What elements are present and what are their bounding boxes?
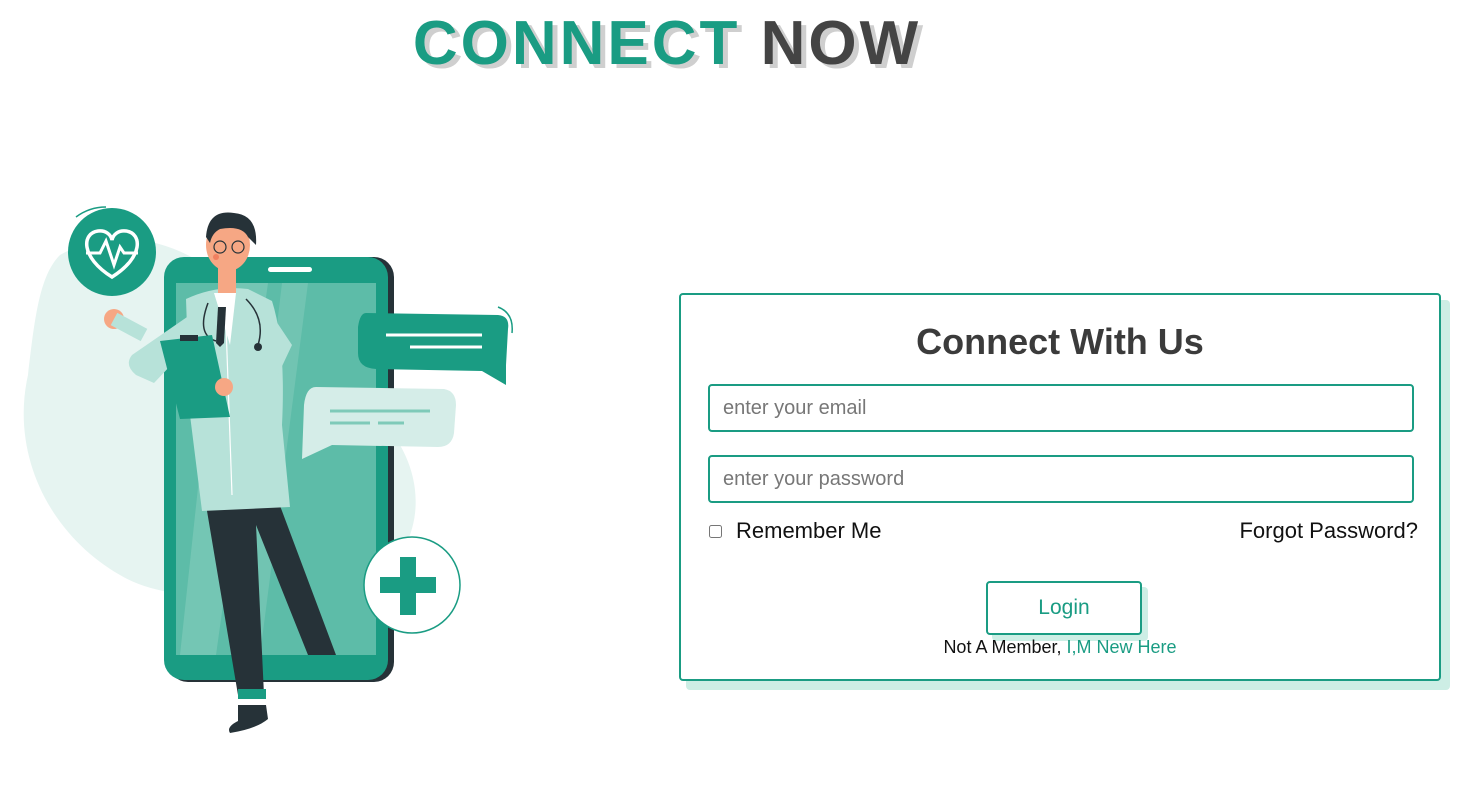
doctor-illustration xyxy=(23,206,513,733)
brand-word-connect: CONNECT xyxy=(412,9,741,78)
remember-me-control[interactable]: Remember Me xyxy=(708,517,881,545)
login-button[interactable]: Login xyxy=(986,581,1142,635)
remember-me-checkbox[interactable] xyxy=(709,524,722,538)
forgot-password-link[interactable]: Forgot Password? xyxy=(1239,517,1418,545)
remember-me-label: Remember Me xyxy=(736,518,882,543)
email-input[interactable] xyxy=(708,384,1414,432)
medical-cross-icon xyxy=(363,536,461,634)
brand-word-now: NOW xyxy=(760,9,922,78)
signup-link[interactable]: I,M New Here xyxy=(1067,637,1177,657)
signup-prefix: Not A Member, xyxy=(943,637,1062,657)
login-card: Connect With Us Remember Me Forgot Passw… xyxy=(679,293,1441,681)
signup-prompt: Not A Member, I,M New Here xyxy=(681,637,1439,658)
heart-pulse-icon xyxy=(68,206,156,296)
login-page: CONNECT NOW Connect With Us enter your e… xyxy=(0,0,1477,785)
password-input[interactable] xyxy=(708,455,1414,503)
form-options-row: Remember Me Forgot Password? xyxy=(708,517,1418,545)
brand-title: CONNECT NOW xyxy=(0,8,1334,80)
form-title: Connect With Us xyxy=(916,321,1204,362)
